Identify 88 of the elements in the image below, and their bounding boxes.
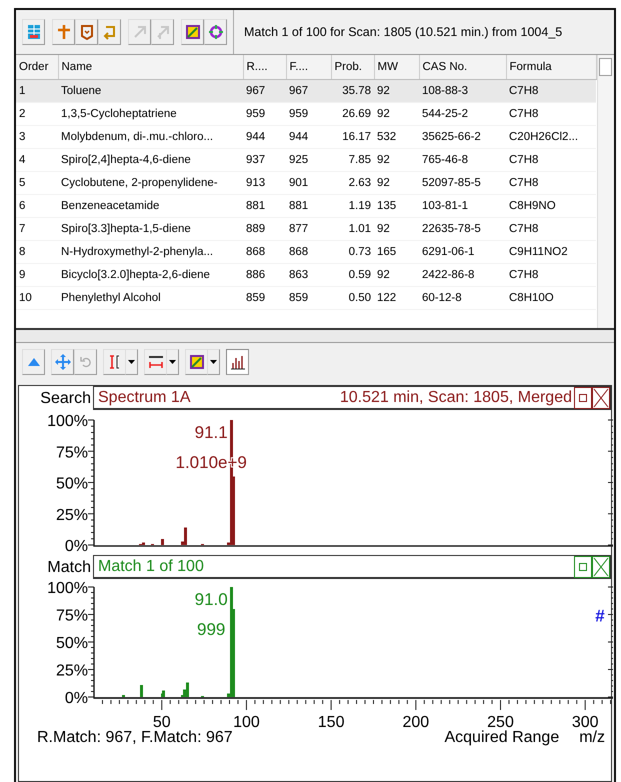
arrow-icon <box>132 24 148 40</box>
table-row[interactable]: 3 Molybdenum, di-.mu.-chloro... 944 944 16.17 532 35625-66-2 C20H26Cl2... <box>16 126 596 148</box>
range-label: Acquired Range <box>444 729 560 747</box>
refresh-icon <box>208 24 224 40</box>
spectrum-peak <box>122 694 125 697</box>
cross-icon <box>56 24 72 40</box>
marker-label: # <box>595 606 605 626</box>
table-row[interactable]: 10 Phenylethyl Alcohol 859 859 0.50 122 60-12-8 C8H10O <box>16 286 596 310</box>
y-tick-label: 50% <box>56 635 88 652</box>
move-icon <box>54 354 70 370</box>
table-cell: 60-12-8 <box>419 286 506 310</box>
y-tick-label: 0% <box>64 538 88 555</box>
column-header[interactable]: F.... <box>286 55 331 80</box>
x-tick-label: 300 <box>572 714 599 729</box>
x-tick-label: 250 <box>487 714 514 729</box>
arrow-icon <box>154 24 170 40</box>
restore-button[interactable] <box>574 556 592 578</box>
y-tick-label: 75% <box>56 444 88 462</box>
close-button[interactable] <box>592 556 610 578</box>
spectrum-peak <box>140 684 143 697</box>
axis-label: m/z <box>579 729 605 747</box>
table-row[interactable]: 6 Benzeneacetamide 881 881 1.19 135 103-81-1 C8H9NO <box>16 194 596 218</box>
column-header[interactable]: Order <box>16 55 58 80</box>
y-tick-label: 75% <box>56 608 88 624</box>
toolbar-button[interactable] <box>226 349 249 375</box>
square-icon <box>579 562 587 570</box>
peak-label: 91.1 <box>194 423 228 442</box>
dropdown-button[interactable] <box>125 349 138 375</box>
column-header[interactable]: MW <box>374 55 419 80</box>
dropdown-button[interactable] <box>207 349 220 375</box>
y-tick-label: 50% <box>56 476 88 492</box>
x-tick-label: 100 <box>233 714 260 729</box>
table-cell: 122 <box>374 286 419 310</box>
column-header[interactable]: R.... <box>243 55 286 80</box>
caret-icon <box>128 360 135 364</box>
panel-label: Search <box>39 389 92 409</box>
y-tick-label: 25% <box>56 506 88 524</box>
scrollbar[interactable] <box>596 55 614 328</box>
scan-info: 10.521 min, Scan: 1805, Merged <box>340 388 573 406</box>
spectrum-peak <box>161 538 164 545</box>
close-icon <box>593 388 609 408</box>
x-tick-label: 200 <box>402 714 430 729</box>
return-icon <box>102 24 118 40</box>
chart-icon <box>184 24 200 40</box>
close-button[interactable] <box>592 386 610 408</box>
close-icon <box>593 556 609 576</box>
y-tick-label: 25% <box>56 662 88 680</box>
table-cell: 10 <box>16 286 58 310</box>
table-cell: 859 <box>243 286 286 310</box>
table-row[interactable]: 9 Bicyclo[3.2.0]hepta-2,6-diene 886 863 0.59 92 2422-86-8 C7H8 <box>16 264 596 286</box>
column-header[interactable]: Formula <box>506 55 596 80</box>
table-row[interactable]: 4 Spiro[2,4]hepta-4,6-diene 937 925 7.85 92 765-46-8 C7H8 <box>16 148 596 172</box>
table-row[interactable]: 5 Cyclobutene, 2-propenylidene- 913 901 2.63 92 52097-85-5 C7H8 <box>16 172 596 194</box>
spectrum-peak <box>162 690 165 697</box>
table-row[interactable]: 2 1,3,5-Cycloheptatriene 959 959 26.69 92 544-25-2 C7H8 <box>16 102 596 126</box>
match-scores: R.Match: 967, F.Match: 967 <box>37 729 233 747</box>
table-row[interactable]: 1 Toluene 967 967 35.78 92 108-88-3 C7H8 <box>16 80 596 102</box>
panel-title: Match 1 of 100 <box>98 558 205 576</box>
table-row[interactable]: 8 N-Hydroxymethyl-2-phenyla... 868 868 0.73 165 6291-06-1 C9H11NO2 <box>16 240 596 264</box>
panel-title: Spectrum 1A <box>98 388 192 406</box>
restore-button[interactable] <box>574 386 592 408</box>
chart-icon <box>188 354 204 370</box>
y-tick-label: 0% <box>64 690 88 707</box>
ruler-icon <box>148 354 164 370</box>
table-row[interactable]: 7 Spiro[3.3]hepta-1,5-diene 889 877 1.01 92 22635-78-5 C7H8 <box>16 218 596 240</box>
match-status: Match 1 of 100 for Scan: 1805 (10.521 min.) from 1004_5 <box>243 25 564 39</box>
column-header[interactable]: CAS No. <box>419 55 506 80</box>
table-cell: Phenylethyl Alcohol <box>58 286 243 310</box>
y-tick-label: 100% <box>47 413 88 430</box>
column-header[interactable]: Name <box>58 55 243 80</box>
spectrum-icon <box>230 354 246 370</box>
caret-icon <box>210 360 217 364</box>
table-cell: 859 <box>286 286 331 310</box>
undo-icon <box>78 354 94 370</box>
dropdown-button[interactable] <box>166 349 179 375</box>
bookmark-icon <box>78 24 94 40</box>
table-cell: C8H10O <box>506 286 596 310</box>
panel-label: Match <box>46 558 92 578</box>
peak-label: 999 <box>197 620 226 639</box>
x-tick-label: 150 <box>318 714 344 729</box>
square-icon <box>579 394 587 402</box>
column-header[interactable]: Prob. <box>331 55 374 80</box>
y-tick-label: 100% <box>47 580 88 597</box>
peak-label: 91.0 <box>194 590 228 609</box>
table-cell: 0.50 <box>331 286 374 310</box>
x-tick-label: 50 <box>152 714 171 729</box>
table-icon <box>26 24 42 40</box>
caret-icon <box>169 360 176 364</box>
